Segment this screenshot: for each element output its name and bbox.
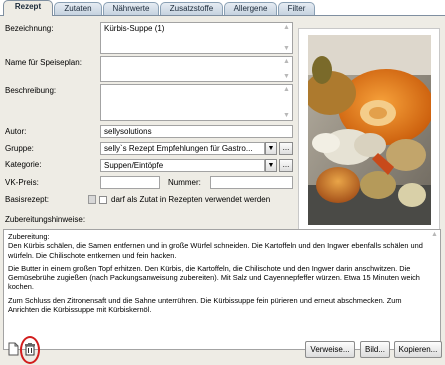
- kopieren-button[interactable]: Kopieren...: [394, 341, 442, 358]
- bild-button[interactable]: Bild...: [360, 341, 390, 358]
- kategorie-dropdown-button[interactable]: ▼: [265, 159, 277, 172]
- kategorie-label: Kategorie:: [5, 160, 42, 169]
- basisrezept-checkbox-label: darf als Zutat in Rezepten verwendet wer…: [111, 195, 271, 204]
- recipe-photo: [308, 35, 431, 225]
- scroll-up-icon[interactable]: ▲: [429, 230, 440, 239]
- gruppe-label: Gruppe:: [5, 144, 34, 153]
- basisrezept-checkbox[interactable]: [99, 196, 107, 204]
- scroll-up-icon[interactable]: ▲: [281, 85, 292, 94]
- new-document-button[interactable]: [6, 342, 20, 356]
- scroll-up-icon[interactable]: ▲: [281, 57, 292, 66]
- basisrezept-label: Basisrezept:: [5, 195, 50, 204]
- kategorie-more-button[interactable]: ...: [279, 159, 293, 172]
- vkpreis-field[interactable]: [100, 176, 160, 189]
- recipe-photo-frame: [298, 28, 440, 231]
- zubereitung-scrollbar[interactable]: ▲ ▼: [429, 230, 440, 349]
- scroll-down-icon[interactable]: ▼: [281, 72, 292, 81]
- verweise-button[interactable]: Verweise...: [305, 341, 355, 358]
- speiseplan-field[interactable]: ▲ ▼: [100, 56, 293, 82]
- tab-allergene[interactable]: Allergene: [224, 2, 277, 15]
- autor-value: sellysolutions: [104, 127, 152, 136]
- beschreibung-scrollbar[interactable]: ▲ ▼: [281, 85, 292, 120]
- nummer-label: Nummer:: [168, 178, 201, 187]
- beschreibung-label: Beschreibung:: [5, 86, 57, 95]
- chevron-down-icon: ▼: [267, 162, 275, 169]
- nummer-field[interactable]: [210, 176, 293, 189]
- chevron-down-icon: ▼: [267, 145, 275, 152]
- scroll-down-icon[interactable]: ▼: [281, 44, 292, 53]
- beschreibung-field[interactable]: ▲ ▼: [100, 84, 293, 121]
- tab-zutaten[interactable]: Zutaten: [54, 2, 102, 15]
- tab-zusatzstoffe[interactable]: Zusatzstoffe: [160, 2, 223, 15]
- highlight-circle: [20, 336, 40, 364]
- basis-recipe-icon: [88, 195, 96, 204]
- scroll-down-icon[interactable]: ▼: [281, 111, 292, 120]
- recipe-panel: Bezeichnung: Kürbis-Suppe (1) ▲ ▼ Name f…: [0, 15, 445, 365]
- bezeichnung-field[interactable]: Kürbis-Suppe (1) ▲ ▼: [100, 22, 293, 54]
- gruppe-dropdown-button[interactable]: ▼: [265, 142, 277, 155]
- gruppe-value: selly`s Rezept Empfehlungen für Gastro..…: [104, 144, 253, 153]
- kategorie-value: Suppen/Eintöpfe: [104, 161, 164, 170]
- bezeichnung-label: Bezeichnung:: [5, 24, 54, 33]
- speiseplan-label: Name für Speiseplan:: [5, 58, 82, 67]
- tab-rezept[interactable]: Rezept: [3, 0, 53, 16]
- vkpreis-label: VK-Preis:: [5, 178, 39, 187]
- kategorie-select[interactable]: Suppen/Eintöpfe: [100, 159, 265, 172]
- tab-filter[interactable]: Filter: [278, 2, 315, 15]
- zubereitung-paragraph: Zum Schluss den Zitronensaft und die Sah…: [8, 295, 402, 315]
- zubereitung-paragraph: Die Butter in einem großen Topf erhitzen…: [8, 263, 420, 292]
- autor-field[interactable]: sellysolutions: [100, 125, 293, 138]
- new-document-icon: [8, 342, 19, 356]
- gruppe-more-button[interactable]: ...: [279, 142, 293, 155]
- zubereitung-paragraph: Zubereitung: Den Kürbis schälen, die Sam…: [8, 232, 423, 260]
- tab-bar: Rezept Zutaten Nährwerte Zusatzstoffe Al…: [0, 0, 445, 16]
- speiseplan-scrollbar[interactable]: ▲ ▼: [281, 57, 292, 81]
- tab-naehrwerte[interactable]: Nährwerte: [103, 2, 159, 15]
- bezeichnung-scrollbar[interactable]: ▲ ▼: [281, 23, 292, 53]
- scroll-up-icon[interactable]: ▲: [281, 23, 292, 32]
- autor-label: Autor:: [5, 127, 27, 136]
- gruppe-select[interactable]: selly`s Rezept Empfehlungen für Gastro..…: [100, 142, 265, 155]
- zubereitung-label: Zubereitungshinweise:: [5, 215, 86, 224]
- zubereitung-textarea[interactable]: Zubereitung: Den Kürbis schälen, die Sam…: [3, 229, 441, 350]
- bezeichnung-value: Kürbis-Suppe (1): [104, 24, 165, 33]
